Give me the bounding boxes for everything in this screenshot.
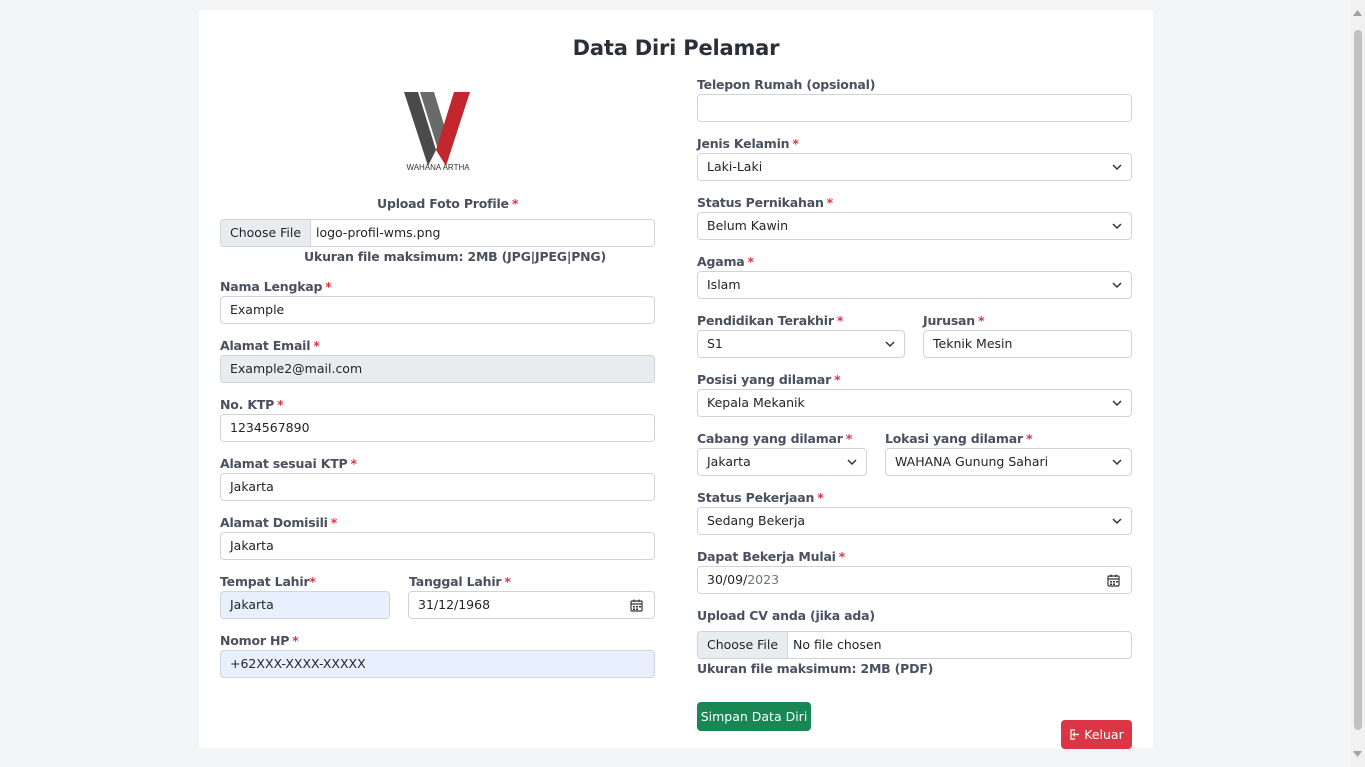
upload-cv-label: Upload CV anda (jika ada) [697,608,875,623]
status-pernikahan-select[interactable]: Belum Kawin [697,212,1132,240]
nomor-hp-label: Nomor HP * [220,633,299,648]
page-scrollbar[interactable] [1350,0,1365,767]
scroll-up-icon[interactable] [1353,10,1362,16]
no-ktp-label: No. KTP * [220,397,284,412]
upload-photo-hint: Ukuran file maksimum: 2MB (JPG|JPEG|PNG) [304,249,606,264]
chevron-down-icon [847,459,857,466]
cabang-select[interactable]: Jakarta [697,448,867,476]
telepon-rumah-label: Telepon Rumah (opsional) [697,77,876,92]
lokasi-select[interactable]: WAHANA Gunung Sahari [885,448,1132,476]
status-pekerjaan-label: Status Pekerjaan * [697,490,824,505]
tempat-lahir-input[interactable]: Jakarta [220,591,390,619]
posisi-label: Posisi yang dilamar * [697,372,841,387]
mulai-bekerja-label: Dapat Bekerja Mulai * [697,549,846,564]
cv-file-name: No file chosen [793,637,882,652]
calendar-icon[interactable] [630,599,643,612]
posisi-select[interactable]: Kepala Mekanik [697,389,1132,417]
company-logo: WAHANA ARTHA [400,88,476,176]
page-title: Data Diri Pelamar [572,36,780,60]
alamat-domisili-input[interactable]: Jakarta [220,532,655,560]
status-pekerjaan-select[interactable]: Sedang Bekerja [697,507,1132,535]
nama-lengkap-label: Nama Lengkap * [220,279,332,294]
form-card: Data Diri Pelamar WAHANA ARTHA Upload Fo… [199,10,1153,749]
chevron-down-icon [1112,223,1122,230]
logout-button[interactable]: Keluar [1061,720,1132,749]
calendar-icon[interactable] [1107,574,1120,587]
status-pernikahan-label: Status Pernikahan * [697,195,833,210]
upload-photo-input[interactable]: Choose File logo-profil-wms.png [220,219,655,247]
alamat-email-label: Alamat Email * [220,338,320,353]
upload-cv-input[interactable]: Choose File No file chosen [697,631,1132,659]
lokasi-label: Lokasi yang dilamar * [885,431,1033,446]
chevron-down-icon [1112,459,1122,466]
chevron-down-icon [1112,400,1122,407]
alamat-email-input: Example2@mail.com [220,355,655,383]
agama-select[interactable]: Islam [697,271,1132,299]
nomor-hp-input[interactable]: +62XXX-XXXX-XXXXX [220,650,655,678]
nama-lengkap-input[interactable]: Example [220,296,655,324]
telepon-rumah-input[interactable] [697,94,1132,122]
agama-label: Agama * [697,254,754,269]
required-mark: * [511,196,519,211]
tanggal-lahir-label: Tanggal Lahir * [409,574,511,589]
logo-text: WAHANA ARTHA [406,163,470,172]
chevron-down-icon [1112,282,1122,289]
mulai-bekerja-input[interactable]: 30/09/2023 [697,566,1132,594]
chevron-down-icon [885,341,895,348]
upload-cv-hint: Ukuran file maksimum: 2MB (PDF) [697,661,934,676]
jurusan-input[interactable]: Teknik Mesin [923,330,1132,358]
chevron-down-icon [1112,164,1122,171]
no-ktp-input[interactable]: 1234567890 [220,414,655,442]
tanggal-lahir-input[interactable]: 31/12/1968 [408,591,655,619]
save-button[interactable]: Simpan Data Diri [697,702,811,731]
alamat-ktp-label: Alamat sesuai KTP * [220,456,357,471]
alamat-domisili-label: Alamat Domisili * [220,515,338,530]
choose-file-button[interactable]: Choose File [221,220,312,246]
scroll-thumb[interactable] [1354,30,1362,730]
upload-photo-label: Upload Foto Profile * [377,196,519,211]
pendidikan-label: Pendidikan Terakhir * [697,313,844,328]
jurusan-label: Jurusan * [923,313,985,328]
jenis-kelamin-select[interactable]: Laki-Laki [697,153,1132,181]
chevron-down-icon [1112,518,1122,525]
tempat-lahir-label: Tempat Lahir* [220,574,316,589]
pendidikan-select[interactable]: S1 [697,330,905,358]
choose-file-button[interactable]: Choose File [698,632,789,658]
alamat-ktp-input[interactable]: Jakarta [220,473,655,501]
cabang-label: Cabang yang dilamar * [697,431,853,446]
scroll-down-icon[interactable] [1353,751,1362,757]
jenis-kelamin-label: Jenis Kelamin * [697,136,799,151]
logout-icon [1070,729,1080,740]
photo-file-name: logo-profil-wms.png [316,225,441,240]
